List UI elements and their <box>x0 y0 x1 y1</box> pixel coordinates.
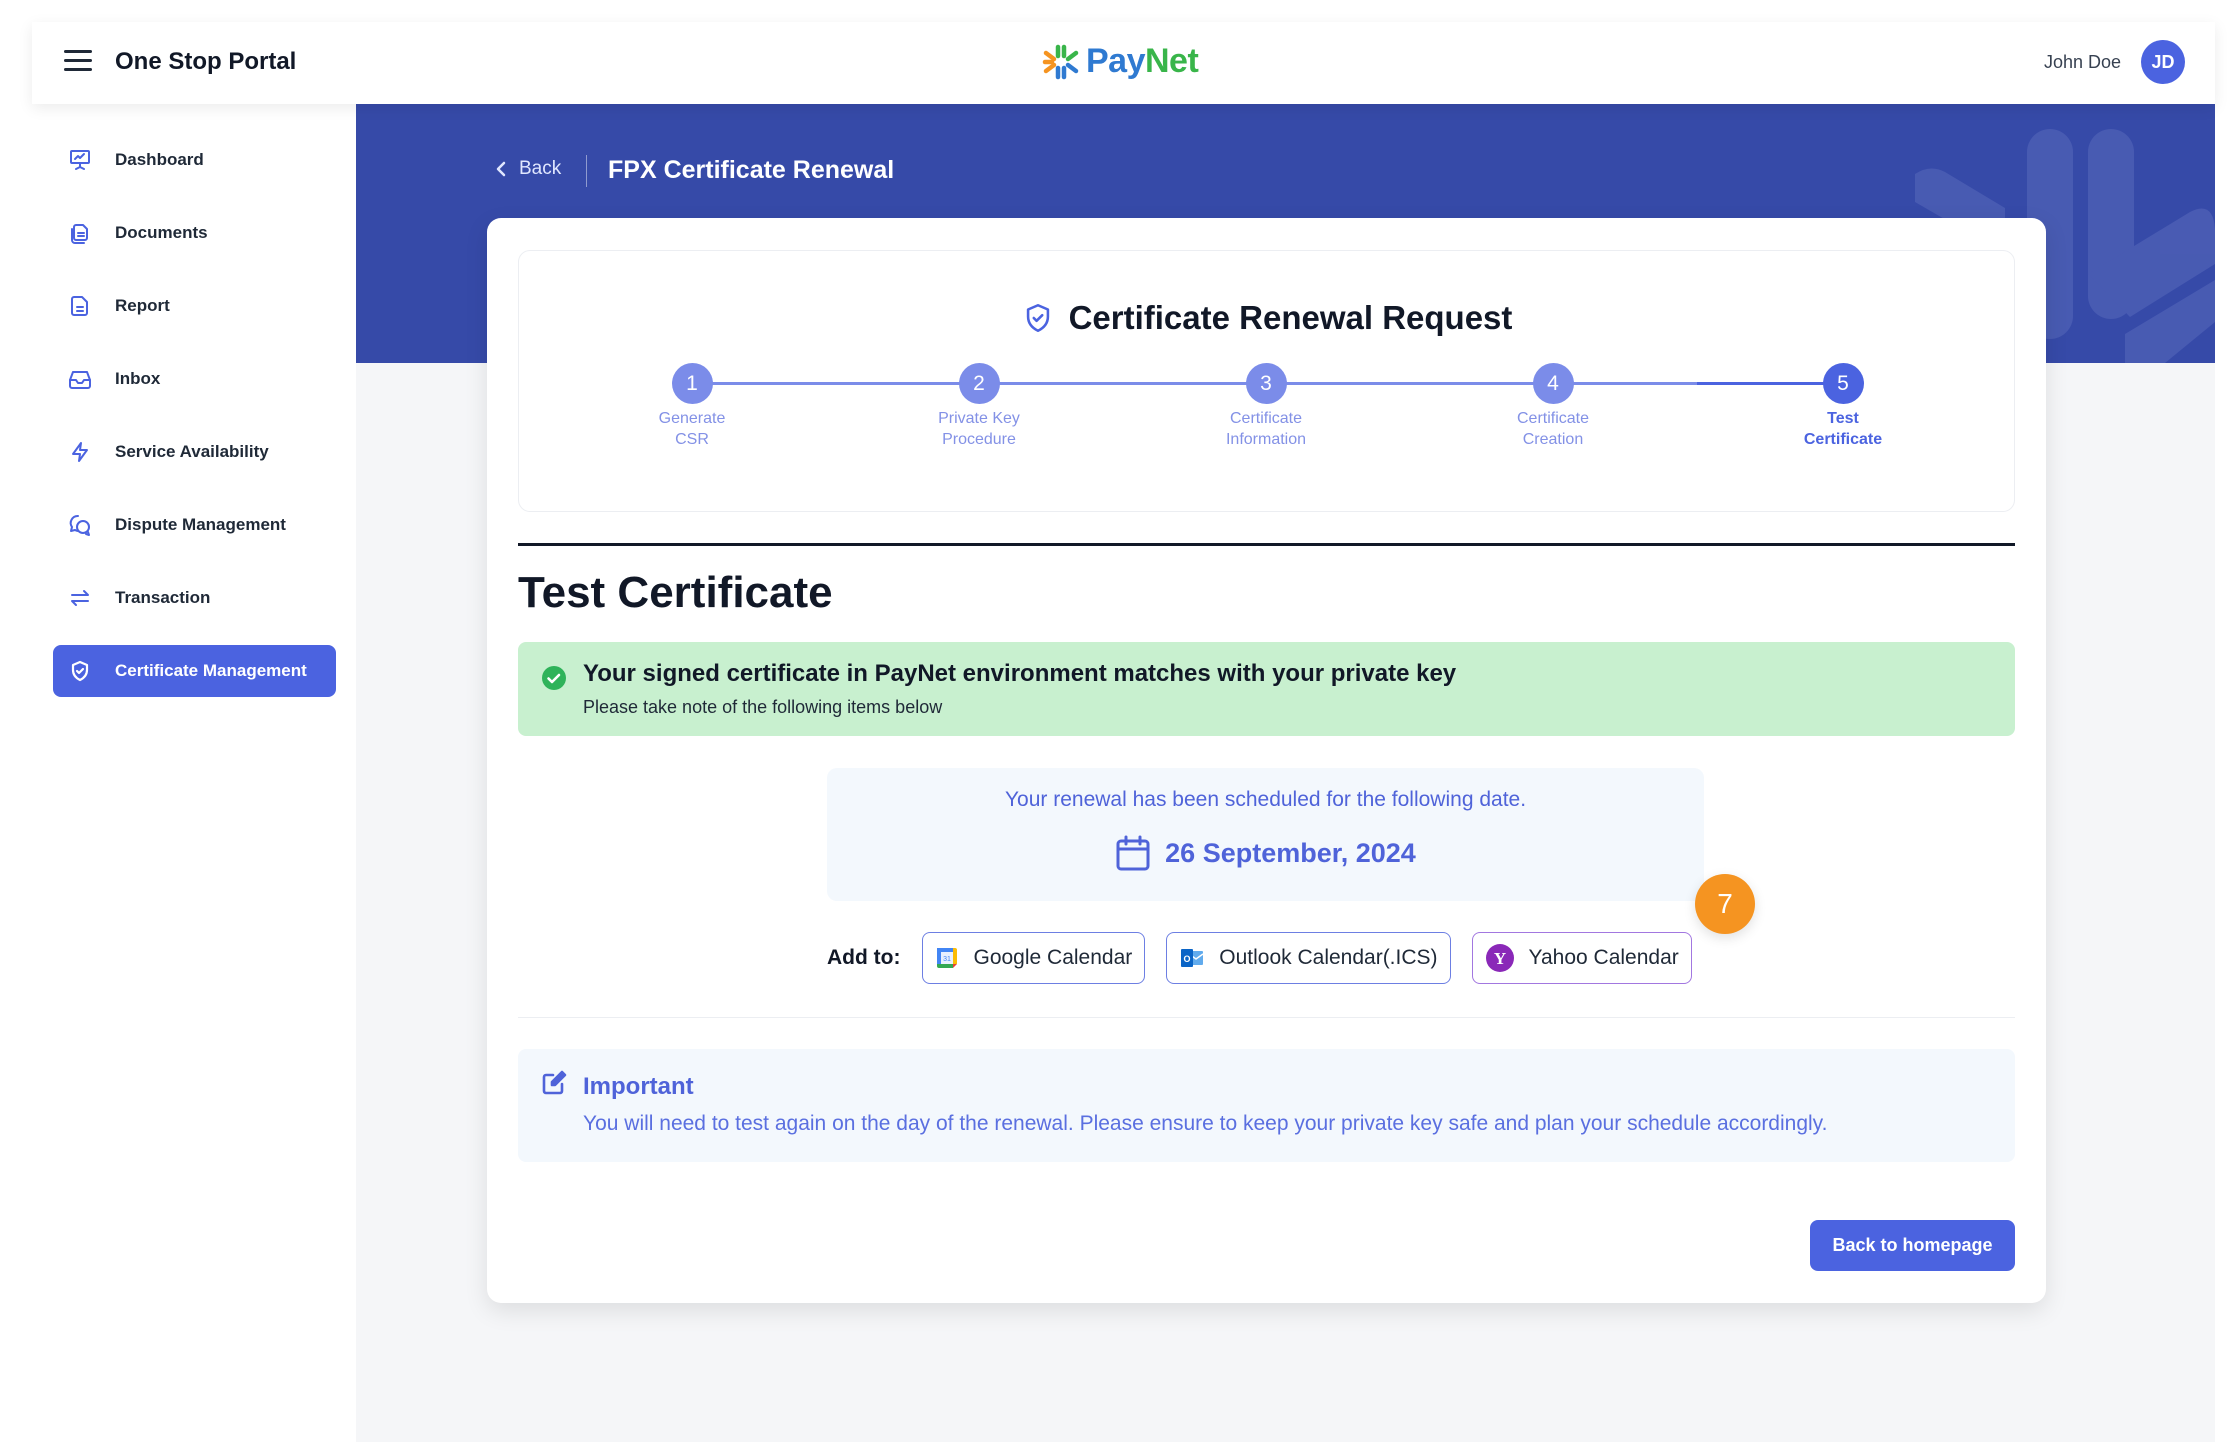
app-root: Back FPX Certificate Renewal One Stop Po… <box>0 0 2236 1442</box>
google-calendar-icon: 31 <box>937 948 958 968</box>
step-label: Test Certificate <box>1803 410 1883 448</box>
success-alert: Your signed certificate in PayNet enviro… <box>518 642 2015 736</box>
google-calendar-button[interactable]: 31 Google Calendar <box>922 932 1146 984</box>
step-number: 1 <box>671 363 713 404</box>
paynet-logo[interactable]: PayNet <box>1042 42 1199 81</box>
sidebar: Dashboard Documents Report Inbox Service… <box>0 104 356 1442</box>
paynet-logo-icon <box>1042 44 1079 79</box>
schedule-box: Your renewal has been scheduled for the … <box>827 768 1704 901</box>
documents-icon <box>67 220 93 246</box>
important-note: Important You will need to test again on… <box>518 1049 2015 1162</box>
back-link[interactable]: Back <box>495 158 561 180</box>
chat-bubbles-icon <box>67 512 93 538</box>
sidebar-item-dispute-management[interactable]: Dispute Management <box>53 499 336 551</box>
inbox-icon <box>67 366 93 392</box>
shield-check-icon <box>1026 303 1049 333</box>
step-label: Private Key Procedure <box>938 410 1020 448</box>
user-menu[interactable]: John Doe JD <box>2044 40 2185 84</box>
sidebar-item-inbox[interactable]: Inbox <box>53 353 336 405</box>
alert-subtitle: Please take note of the following items … <box>583 697 943 717</box>
step-number: 4 <box>1532 363 1574 404</box>
svg-text:O: O <box>1184 954 1191 964</box>
renewal-card: Certificate Renewal Request 1 Generate CS… <box>487 218 2046 1303</box>
yahoo-icon: Y <box>1485 944 1514 972</box>
chevron-left-icon <box>496 161 506 177</box>
shield-check-icon <box>67 658 93 684</box>
add-to-label: Add to: <box>827 946 901 969</box>
schedule-date-row: 26 September, 2024 <box>827 834 1704 872</box>
schedule-date: 26 September, 2024 <box>1165 837 1416 868</box>
avatar[interactable]: JD <box>2141 40 2185 84</box>
presentation-chart-icon <box>67 147 93 173</box>
sidebar-item-dashboard[interactable]: Dashboard <box>53 134 336 186</box>
sidebar-item-documents[interactable]: Documents <box>53 207 336 259</box>
outlook-calendar-label: Outlook Calendar(.ICS) <box>1219 946 1438 969</box>
step-number: 5 <box>1822 363 1864 404</box>
lightning-icon <box>67 439 93 465</box>
stepper-title: Certificate Renewal Request <box>1068 299 1513 336</box>
important-text: You will need to test again on the day o… <box>583 1112 1828 1135</box>
check-circle-icon <box>542 666 566 690</box>
paynet-logo-text: PayNet <box>1086 42 1199 80</box>
back-label: Back <box>519 158 562 179</box>
sidebar-item-certificate-management[interactable]: Certificate Management <box>53 645 336 697</box>
alert-title: Your signed certificate in PayNet enviro… <box>583 660 1457 687</box>
step-label: Certificate Information <box>1225 410 1307 448</box>
step-label: Generate CSR <box>658 410 726 448</box>
step-1[interactable]: 1 Generate CSR <box>612 363 772 450</box>
step-number: 3 <box>1245 363 1287 404</box>
breadcrumb-separator <box>586 155 587 187</box>
sidebar-item-transaction[interactable]: Transaction <box>53 572 336 624</box>
step-number: 2 <box>958 363 1000 404</box>
yahoo-calendar-button[interactable]: Y Yahoo Calendar <box>1471 932 1692 984</box>
svg-text:31: 31 <box>944 956 952 963</box>
add-to-calendar-row: Add to: 31 Google Calendar O Outlook Cal… <box>827 932 1692 984</box>
outlook-calendar-button[interactable]: O Outlook Calendar(.ICS) <box>1166 932 1451 984</box>
page-title: FPX Certificate Renewal <box>608 156 895 184</box>
sidebar-item-service-availability[interactable]: Service Availability <box>53 426 336 478</box>
sidebar-item-report[interactable]: Report <box>53 280 336 332</box>
app-title: One Stop Portal <box>115 48 297 75</box>
outlook-icon: O <box>1181 949 1204 967</box>
step-4[interactable]: 4 Certificate Creation <box>1473 363 1633 450</box>
schedule-note: Your renewal has been scheduled for the … <box>1004 788 1527 811</box>
content-separator <box>518 1017 2015 1018</box>
google-calendar-label: Google Calendar <box>973 946 1133 969</box>
step-2[interactable]: 2 Private Key Procedure <box>899 363 1059 450</box>
report-file-icon <box>67 293 93 319</box>
step-5[interactable]: 5 Test Certificate <box>1763 363 1923 450</box>
back-to-homepage-button[interactable]: Back to homepage <box>1810 1220 2015 1271</box>
svg-text:Y: Y <box>1493 949 1505 968</box>
annotation-badge: 7 <box>1695 874 1755 934</box>
calendar-icon <box>1116 835 1150 871</box>
section-divider <box>518 543 2015 546</box>
stepper-line-completed <box>692 382 1551 385</box>
step-3[interactable]: 3 Certificate Information <box>1186 363 1346 450</box>
hamburger-menu-icon[interactable] <box>64 50 92 74</box>
yahoo-calendar-label: Yahoo Calendar <box>1528 946 1679 969</box>
arrows-exchange-icon <box>67 585 93 611</box>
top-bar: One Stop Portal PayNet John Doe JD <box>32 22 2215 104</box>
important-title: Important <box>583 1073 694 1100</box>
user-name: John Doe <box>2043 51 2121 72</box>
section-title: Test Certificate <box>518 568 833 617</box>
stepper-panel: Certificate Renewal Request 1 Generate CS… <box>518 250 2015 512</box>
stepper-title-row: Certificate Renewal Request <box>519 299 2014 337</box>
step-label: Certificate Creation <box>1516 410 1590 448</box>
edit-note-icon <box>542 1070 567 1095</box>
